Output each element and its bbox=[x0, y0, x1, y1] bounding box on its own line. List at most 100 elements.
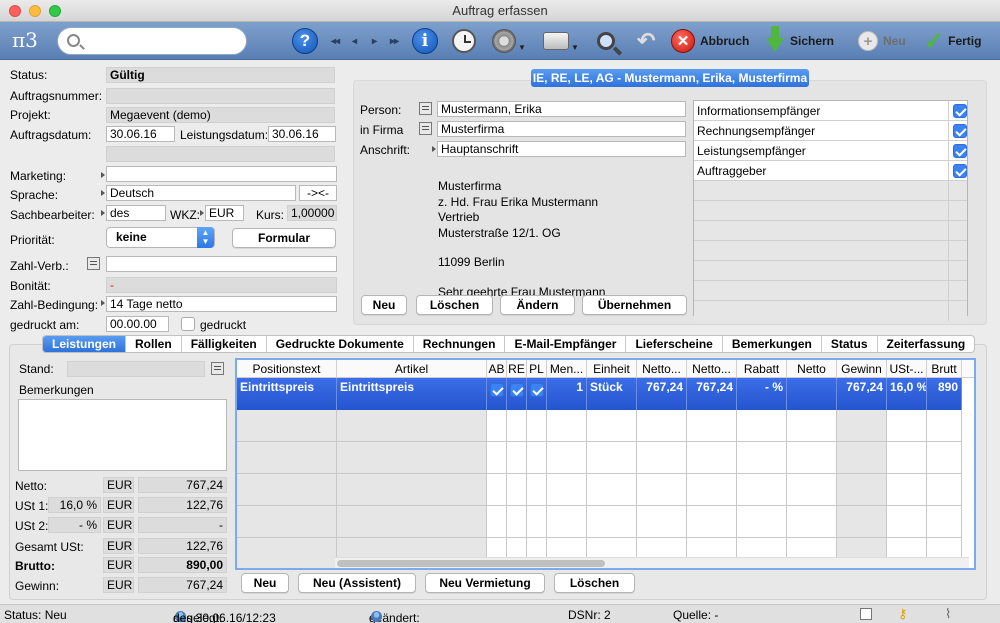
marketing-input[interactable] bbox=[106, 166, 337, 182]
done-button[interactable]: ✓ Fertig bbox=[924, 26, 981, 56]
last-record-icon[interactable]: ▸▸ bbox=[390, 26, 399, 56]
column-header[interactable]: Brutt bbox=[927, 360, 962, 378]
printed-checkbox[interactable] bbox=[181, 317, 195, 331]
clerk-input[interactable]: des bbox=[106, 205, 166, 221]
column-header[interactable]: Gewinn bbox=[837, 360, 887, 378]
form-button[interactable]: Formular bbox=[232, 228, 336, 248]
help-icon[interactable]: ? bbox=[292, 28, 318, 54]
tab-email-empfaenger[interactable]: E-Mail-Empfänger bbox=[505, 336, 627, 352]
role-checkbox[interactable] bbox=[953, 144, 967, 158]
tab-rechnungen[interactable]: Rechnungen bbox=[414, 336, 506, 352]
paperclip-icon[interactable]: ⌇ bbox=[945, 606, 951, 622]
calendar-icon[interactable] bbox=[860, 608, 872, 620]
ust2-percent: - % bbox=[48, 517, 101, 533]
tab-status[interactable]: Status bbox=[822, 336, 878, 352]
contact-new-button[interactable]: Neu bbox=[361, 295, 407, 315]
contact-change-button[interactable]: Ändern bbox=[500, 295, 575, 315]
column-header[interactable]: Rabatt bbox=[737, 360, 787, 378]
payment-input[interactable] bbox=[106, 256, 337, 272]
table-header: Positionstext Artikel AB RE PL Men... Ei… bbox=[237, 360, 974, 378]
previous-record-icon[interactable]: ◂ bbox=[352, 26, 357, 56]
save-button[interactable]: Sichern bbox=[766, 26, 834, 56]
column-header[interactable]: Artikel bbox=[337, 360, 487, 378]
search-field[interactable] bbox=[57, 27, 247, 55]
key-icon[interactable]: ⚷ bbox=[898, 606, 908, 622]
priority-select[interactable]: keine ▲ ▼ bbox=[106, 227, 215, 248]
tab-leistungen[interactable]: Leistungen bbox=[43, 336, 127, 352]
pl-checkbox[interactable] bbox=[530, 383, 544, 397]
ust1-currency: EUR bbox=[103, 497, 134, 513]
column-header[interactable]: AB bbox=[487, 360, 507, 378]
re-checkbox[interactable] bbox=[510, 383, 524, 397]
column-header[interactable]: RE bbox=[507, 360, 527, 378]
tab-rollen[interactable]: Rollen bbox=[126, 336, 182, 352]
column-header[interactable]: Men... bbox=[547, 360, 587, 378]
role-checkbox[interactable] bbox=[953, 164, 967, 178]
zoom-window-button[interactable] bbox=[49, 5, 61, 17]
tab-gedruckte-dokumente[interactable]: Gedruckte Dokumente bbox=[267, 336, 414, 352]
new-button[interactable]: + Neu bbox=[858, 26, 906, 56]
position-new-wizard-button[interactable]: Neu (Assistent) bbox=[298, 573, 416, 593]
position-new-rental-button[interactable]: Neu Vermietung bbox=[425, 573, 545, 593]
document-icon[interactable] bbox=[87, 257, 100, 270]
gear-icon[interactable] bbox=[492, 29, 516, 53]
tab-bemerkungen[interactable]: Bemerkungen bbox=[723, 336, 822, 352]
stand-document-icon[interactable] bbox=[211, 362, 224, 375]
printed-date-input[interactable]: 00.00.00 bbox=[106, 316, 169, 332]
tab-lieferscheine[interactable]: Lieferscheine bbox=[626, 336, 723, 352]
order-date-input[interactable]: 30.06.16 bbox=[106, 126, 175, 142]
next-record-icon[interactable]: ▸ bbox=[372, 26, 377, 56]
table-row[interactable]: Eintrittspreis Eintrittspreis 1 Stück 76… bbox=[237, 378, 962, 410]
column-header[interactable]: PL bbox=[527, 360, 547, 378]
extra-info-field bbox=[106, 146, 335, 162]
position-new-button[interactable]: Neu bbox=[241, 573, 289, 593]
service-date-input[interactable]: 30.06.16 bbox=[268, 126, 336, 142]
payment-terms-input[interactable]: 14 Tage netto bbox=[106, 296, 337, 312]
column-header[interactable]: Positionstext bbox=[237, 360, 337, 378]
order-date-label: Auftragsdatum: bbox=[10, 128, 92, 142]
contact-apply-button[interactable]: Übernehmen bbox=[582, 295, 687, 315]
role-checkbox[interactable] bbox=[953, 104, 967, 118]
tab-zeiterfassung[interactable]: Zeiterfassung bbox=[878, 336, 975, 352]
scrollbar-thumb[interactable] bbox=[337, 560, 605, 567]
abort-button[interactable]: ✕ Abbruch bbox=[671, 26, 749, 56]
company-input[interactable]: Musterfirma bbox=[437, 121, 686, 137]
positions-table: Positionstext Artikel AB RE PL Men... Ei… bbox=[235, 358, 976, 570]
minimize-window-button[interactable] bbox=[29, 5, 41, 17]
ab-checkbox[interactable] bbox=[490, 383, 504, 397]
toolbar: π3 ? ◂◂ ◂ ▸ ▸▸ i ▼ ▼ ↶ ✕ Abbruch Sichern … bbox=[0, 22, 1000, 60]
company-document-icon[interactable] bbox=[419, 122, 432, 135]
brutto-label: Brutto: bbox=[15, 559, 55, 573]
column-header[interactable]: Netto... bbox=[687, 360, 737, 378]
address-input[interactable]: Hauptanschrift bbox=[437, 141, 686, 157]
person-document-icon[interactable] bbox=[419, 102, 432, 115]
close-window-button[interactable] bbox=[9, 5, 21, 17]
netto-label: Netto: bbox=[15, 479, 48, 493]
printer-icon[interactable] bbox=[543, 32, 569, 50]
column-header[interactable]: USt-... bbox=[887, 360, 927, 378]
person-input[interactable]: Mustermann, Erika bbox=[437, 101, 686, 117]
column-header[interactable]: Netto... bbox=[637, 360, 687, 378]
horizontal-scrollbar[interactable] bbox=[335, 557, 969, 568]
undo-icon[interactable]: ↶ bbox=[637, 28, 655, 54]
total-vat-value: 122,76 bbox=[138, 538, 227, 554]
clerk-label: Sachbearbeiter: bbox=[10, 208, 95, 222]
tab-faelligkeiten[interactable]: Fälligkeiten bbox=[182, 336, 267, 352]
clock-icon[interactable] bbox=[452, 29, 476, 53]
remarks-textarea[interactable] bbox=[18, 399, 227, 471]
position-delete-button[interactable]: Löschen bbox=[554, 573, 635, 593]
column-header[interactable]: Einheit bbox=[587, 360, 637, 378]
order-number-label: Auftragsnummer: bbox=[10, 89, 103, 103]
language-input[interactable]: Deutsch bbox=[106, 185, 296, 201]
role-checkbox[interactable] bbox=[953, 124, 967, 138]
marketing-arrow-icon bbox=[101, 172, 105, 178]
contact-delete-button[interactable]: Löschen bbox=[416, 295, 493, 315]
first-record-icon[interactable]: ◂◂ bbox=[331, 26, 340, 56]
stand-field bbox=[67, 361, 205, 377]
column-header[interactable]: Netto bbox=[787, 360, 837, 378]
swap-language-button[interactable]: -><- bbox=[299, 185, 337, 201]
currency-input[interactable]: EUR bbox=[205, 205, 244, 221]
magnifier-icon[interactable] bbox=[597, 32, 615, 50]
status-label: Status: bbox=[10, 68, 48, 82]
info-icon[interactable]: i bbox=[412, 28, 438, 54]
